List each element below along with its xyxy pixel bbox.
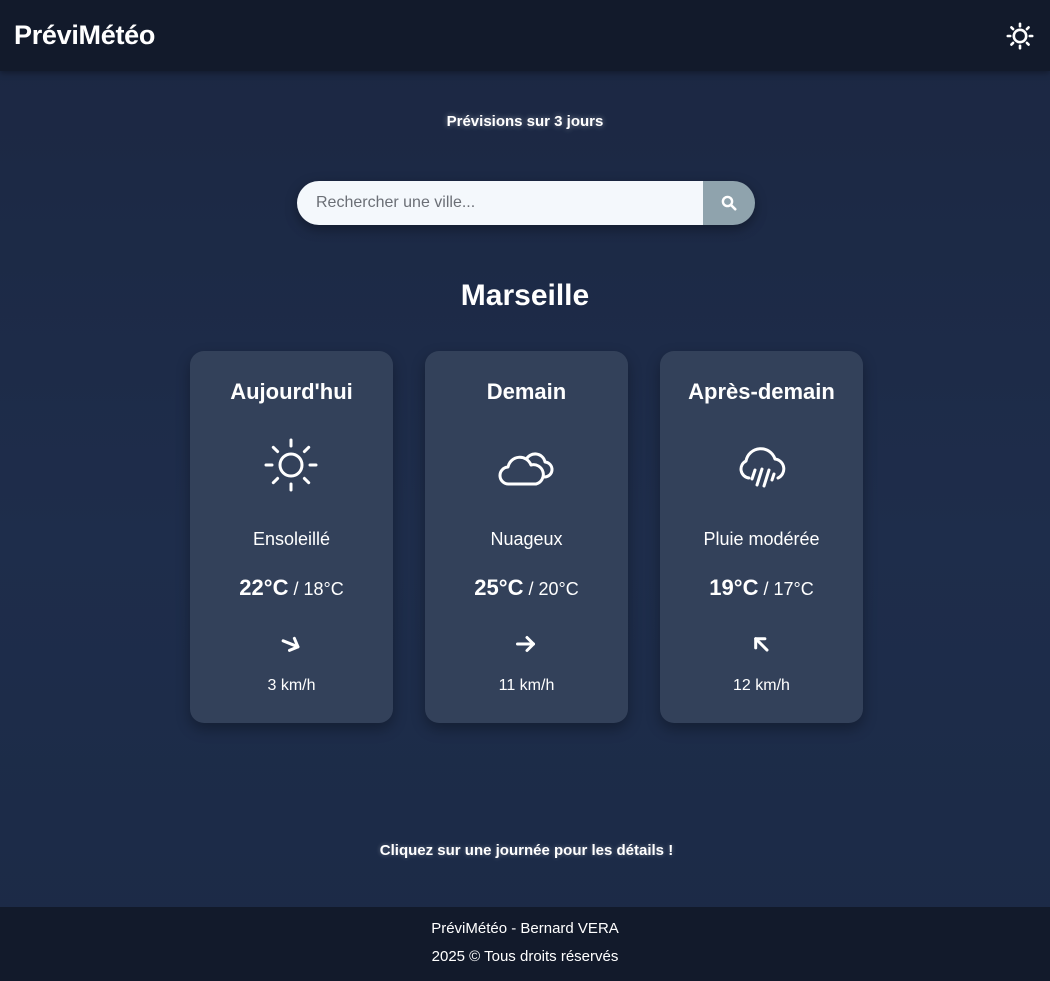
card-day-label: Demain (486, 379, 567, 404)
card-day-label: Aujourd'hui (230, 379, 353, 404)
temp-separator: / (288, 579, 304, 599)
forecast-subtitle: Prévisions sur 3 jours (446, 113, 604, 130)
card-temperatures: 19°C / 17°C (660, 574, 863, 605)
card-condition: Ensoleillé (252, 529, 331, 549)
details-hint: Cliquez sur une journée pour les détails… (379, 842, 674, 859)
sun-icon (1006, 22, 1034, 50)
wind-direction-arrow-icon (754, 637, 769, 652)
sun-icon (264, 438, 318, 492)
wind-speed: 11 km/h (498, 677, 555, 694)
forecast-card-tomorrow[interactable]: Demain Nuageux 25°C / 20°C 11 km/h (425, 351, 628, 723)
cloud-icon (498, 452, 554, 486)
forecast-cards: Aujourd'hui Ensoleillé 22°C / 18°C 3 km/… (190, 351, 863, 723)
footer-copyright: 2025 © Tous droits réservés (431, 948, 619, 965)
forecast-card-today[interactable]: Aujourd'hui Ensoleillé 22°C / 18°C 3 km/… (190, 351, 393, 723)
footer-credits: PréviMétéo - Bernard VERA (431, 920, 619, 937)
wind-speed: 3 km/h (267, 677, 316, 694)
wind-direction-arrow-icon (516, 636, 535, 652)
header-bar: PréviMétéo (0, 0, 1050, 71)
search-button[interactable] (703, 181, 755, 225)
wind-speed: 12 km/h (733, 677, 790, 694)
temp-max: 22°C (239, 575, 289, 600)
card-day-label: Après-demain (688, 379, 835, 404)
search-icon (721, 195, 737, 211)
card-temperatures: 25°C / 20°C (425, 574, 628, 605)
temp-max: 19°C (709, 575, 759, 600)
temp-min: 20°C (538, 579, 579, 599)
temp-min: 18°C (303, 579, 344, 599)
footer: PréviMétéo - Bernard VERA 2025 © Tous dr… (0, 907, 1050, 981)
city-name: Marseille (460, 279, 590, 312)
temp-separator: / (523, 579, 539, 599)
search-input[interactable] (297, 181, 703, 225)
forecast-card-day-after[interactable]: Après-demain Pluie modérée 19°C / 17°C 1… (660, 351, 863, 723)
wind-direction-arrow-icon (281, 636, 300, 652)
theme-toggle-button[interactable] (1006, 22, 1034, 50)
temp-separator: / (758, 579, 774, 599)
card-condition: Nuageux (490, 529, 563, 549)
card-temperatures: 22°C / 18°C (190, 574, 393, 605)
card-condition: Pluie modérée (703, 529, 820, 549)
temp-min: 17°C (773, 579, 814, 599)
rain-cloud-icon (739, 447, 786, 488)
temp-max: 25°C (474, 575, 524, 600)
app-title[interactable]: PréviMétéo (14, 18, 155, 52)
search-bar (297, 181, 755, 225)
